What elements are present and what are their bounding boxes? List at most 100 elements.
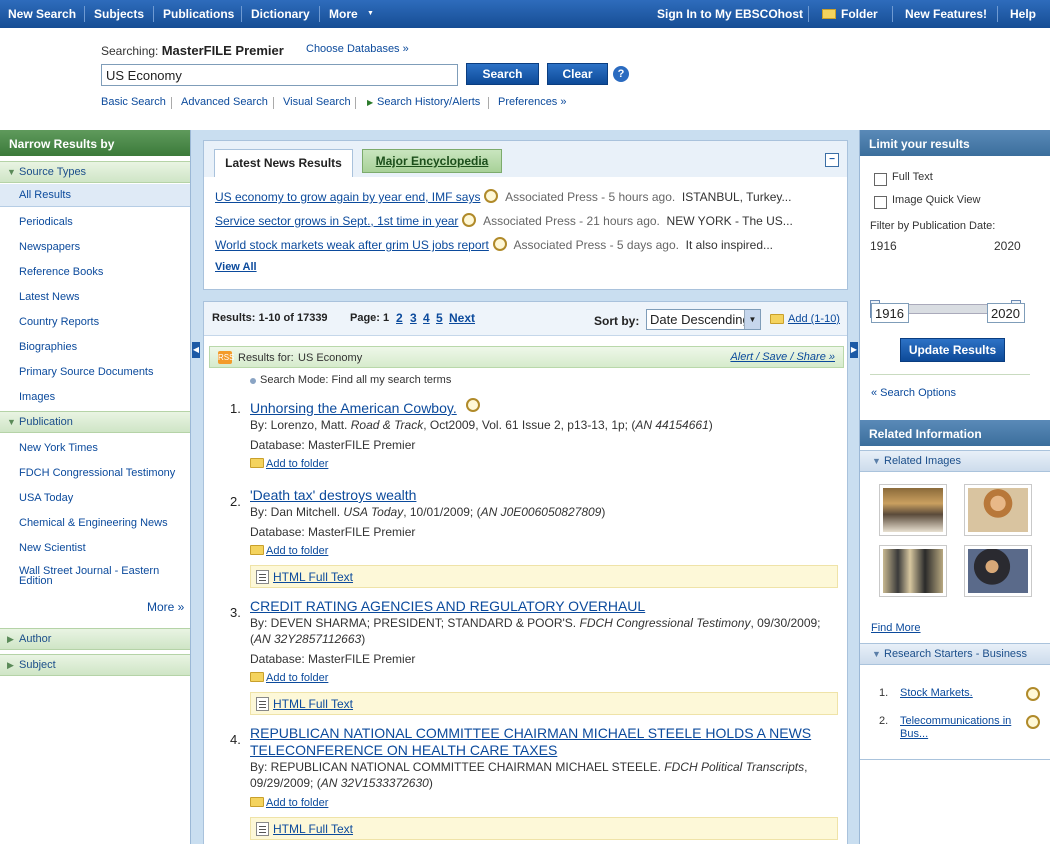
result-title[interactable]: Unhorsing the American Cowboy. (250, 400, 457, 417)
source-latest-news[interactable]: Latest News (19, 291, 80, 303)
add-to-folder-link[interactable]: Add to folder (250, 797, 328, 809)
starter-link[interactable]: Telecommunications in Bus... (900, 715, 1015, 741)
preview-magnifier-icon[interactable] (484, 189, 499, 203)
source-periodicals[interactable]: Periodicals (19, 216, 73, 228)
chevron-down-icon[interactable]: ▼ (744, 310, 760, 329)
pub-nyt[interactable]: New York Times (19, 442, 98, 454)
sort-select[interactable]: Date Descending ▼ (646, 309, 761, 330)
result-title[interactable]: REPUBLICAN NATIONAL COMMITTEE CHAIRMAN M… (250, 725, 840, 759)
related-image-thumb[interactable] (879, 545, 947, 597)
source-newspapers[interactable]: Newspapers (19, 241, 80, 253)
search-history-link[interactable]: Search History/Alerts (377, 96, 480, 108)
starter-link[interactable]: Stock Markets. (900, 687, 973, 699)
add-to-folder-text[interactable]: Add to folder (266, 545, 328, 557)
nav-help[interactable]: Help (1010, 7, 1050, 21)
result-title[interactable]: CREDIT RATING AGENCIES AND REGULATORY OV… (250, 598, 840, 615)
full-text-checkbox[interactable] (874, 173, 887, 186)
add-all-link[interactable]: Add (1-10) (788, 313, 840, 325)
year-to-input[interactable]: 2020 (987, 303, 1025, 323)
add-to-folder-link[interactable]: Add to folder (250, 672, 328, 684)
related-images-header[interactable]: ▼ Related Images (860, 450, 1050, 472)
preview-magnifier-icon[interactable] (462, 213, 477, 227)
html-full-text-link[interactable]: HTML Full Text (250, 692, 838, 715)
search-button[interactable]: Search (466, 63, 539, 85)
link-divider (171, 97, 172, 109)
subject-header[interactable]: ▶ Subject (0, 654, 190, 676)
page-link-2[interactable]: 2 (396, 311, 403, 325)
news-title[interactable]: US economy to grow again by year end, IM… (215, 190, 480, 204)
more-publications-link[interactable]: More » (147, 600, 184, 614)
citation-end: ) (361, 632, 366, 646)
search-options-link[interactable]: « Search Options (871, 387, 956, 399)
all-results-row[interactable]: All Results (0, 184, 190, 207)
rss-icon[interactable]: RSS (218, 351, 235, 364)
full-text-label[interactable]: HTML Full Text (273, 570, 353, 584)
full-text-label[interactable]: HTML Full Text (273, 822, 353, 836)
related-image-thumb[interactable] (964, 484, 1032, 536)
page-link-5[interactable]: 5 (436, 311, 443, 325)
next-page-link[interactable]: Next (449, 311, 475, 325)
preview-magnifier-icon[interactable] (1026, 687, 1040, 701)
page-link-4[interactable]: 4 (423, 311, 430, 325)
add-to-folder-text[interactable]: Add to folder (266, 458, 328, 470)
pub-fdch[interactable]: FDCH Congressional Testimony (19, 467, 175, 479)
tab-latest-news[interactable]: Latest News Results (214, 149, 353, 177)
page-link-3[interactable]: 3 (410, 311, 417, 325)
preferences-link[interactable]: Preferences » (498, 96, 566, 108)
source-types-header[interactable]: ▼ Source Types (0, 161, 190, 183)
help-icon[interactable]: ? (613, 66, 629, 82)
news-tabs: Latest News Results Major Encyclopedia − (204, 141, 847, 177)
search-input[interactable] (101, 64, 458, 86)
add-to-folder-link[interactable]: Add to folder (250, 458, 328, 470)
choose-databases-link[interactable]: Choose Databases » (306, 43, 409, 55)
research-starters-header[interactable]: ▼ Research Starters - Business (860, 643, 1050, 665)
collapse-left-icon[interactable]: ◀ (192, 342, 200, 358)
triangle-right-icon: ▶ (7, 634, 14, 644)
basic-search-link[interactable]: Basic Search (101, 96, 166, 108)
results-toolbar: Results: 1-10 of 17339 Page: 1 2 3 4 5 N… (204, 302, 847, 336)
add-to-folder-text[interactable]: Add to folder (266, 672, 328, 684)
publication-header[interactable]: ▼ Publication (0, 411, 190, 433)
visual-search-link[interactable]: Visual Search (283, 96, 351, 108)
source-biographies[interactable]: Biographies (19, 341, 77, 353)
source-country-reports[interactable]: Country Reports (19, 316, 99, 328)
source-reference-books[interactable]: Reference Books (19, 266, 103, 278)
related-image-thumb[interactable] (964, 545, 1032, 597)
full-text-label[interactable]: HTML Full Text (273, 697, 353, 711)
rss-text: RSS (218, 353, 235, 362)
html-full-text-link[interactable]: HTML Full Text (250, 565, 838, 588)
add-to-folder-text[interactable]: Add to folder (266, 797, 328, 809)
news-title[interactable]: Service sector grows in Sept., 1st time … (215, 214, 458, 228)
year-from-input[interactable]: 1916 (871, 303, 909, 323)
source-primary-documents[interactable]: Primary Source Documents (19, 366, 154, 378)
result-citation: By: DEVEN SHARMA; PRESIDENT; STANDARD & … (250, 616, 821, 646)
find-more-link[interactable]: Find More (871, 622, 921, 634)
image-quick-view-checkbox[interactable] (874, 196, 887, 209)
update-results-button[interactable]: Update Results (900, 338, 1005, 362)
pub-new-scientist[interactable]: New Scientist (19, 542, 86, 554)
related-image-thumb[interactable] (879, 484, 947, 536)
collapse-icon[interactable]: − (825, 153, 839, 167)
collapse-right-icon[interactable]: ▶ (850, 342, 858, 358)
news-source: Associated Press - 5 hours ago. (505, 190, 676, 204)
advanced-search-link[interactable]: Advanced Search (181, 96, 268, 108)
preview-magnifier-icon[interactable] (466, 398, 480, 412)
all-results-link[interactable]: All Results (19, 189, 71, 201)
html-full-text-link[interactable]: HTML Full Text (250, 817, 838, 840)
pub-usa-today[interactable]: USA Today (19, 492, 73, 504)
preview-magnifier-icon[interactable] (1026, 715, 1040, 729)
preview-magnifier-icon[interactable] (492, 237, 507, 251)
add-to-folder-link[interactable]: Add to folder (250, 545, 328, 557)
news-title[interactable]: World stock markets weak after grim US j… (215, 238, 489, 252)
alert-save-share-link[interactable]: Alert / Save / Share » (730, 351, 835, 363)
tab-major-encyclopedia[interactable]: Major Encyclopedia (362, 149, 502, 173)
pub-wsj-cont[interactable]: Edition (19, 576, 53, 587)
author-header[interactable]: ▶ Author (0, 628, 190, 650)
clear-button[interactable]: Clear (547, 63, 608, 85)
view-all-text[interactable]: View All (215, 261, 257, 273)
source-images[interactable]: Images (19, 391, 55, 403)
pub-chemical-news[interactable]: Chemical & Engineering News (19, 517, 168, 529)
result-title[interactable]: 'Death tax' destroys wealth (250, 487, 840, 504)
view-all-link[interactable]: View All (215, 261, 840, 273)
folder-icon[interactable] (822, 9, 836, 19)
